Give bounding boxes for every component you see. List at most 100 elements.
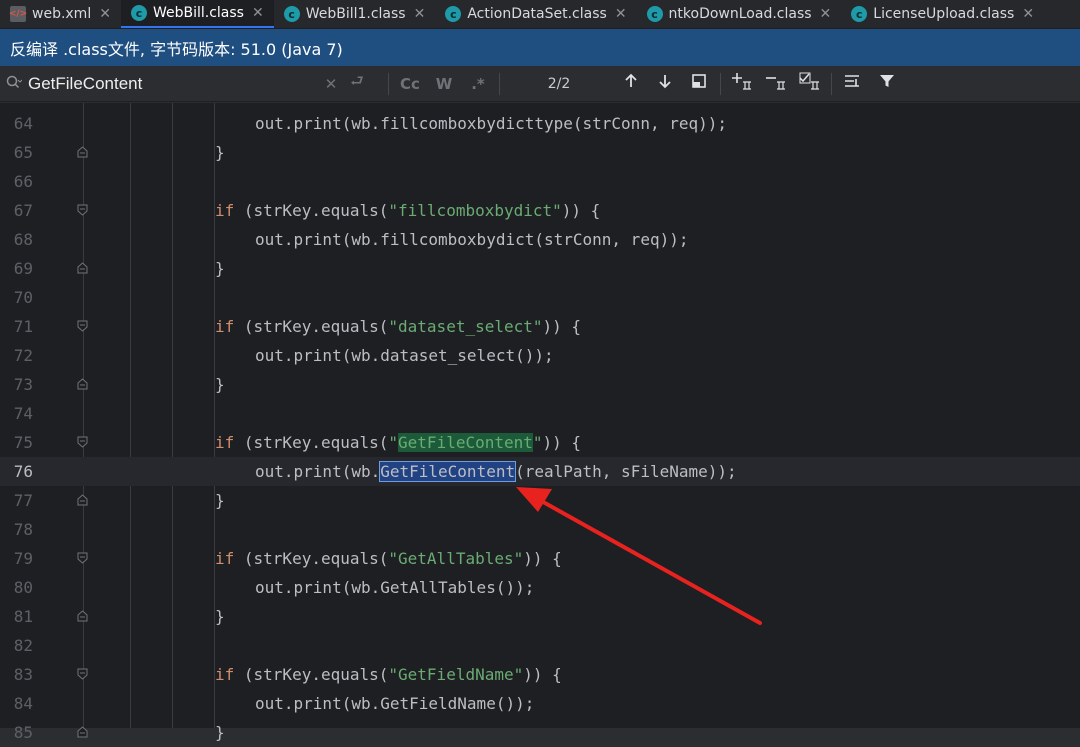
code-token: } [215,607,225,626]
code-text: out.print(wb.GetAllTables()); [255,573,534,602]
code-line[interactable]: 84 out.print(wb.GetFieldName()); [0,689,1080,718]
close-icon[interactable]: ✕ [1022,6,1034,22]
keyword-token: if [215,665,235,684]
tab-webbill-class[interactable]: c WebBill.class ✕ [120,0,274,28]
match-count: 2/2 [547,75,571,92]
whole-words-toggle[interactable]: W [427,75,461,93]
filter-icon[interactable] [870,73,904,94]
close-icon[interactable]: ✕ [252,5,264,21]
code-line[interactable]: 74 [0,399,1080,428]
fold-open-icon[interactable] [77,668,88,680]
close-icon[interactable]: ✕ [414,6,426,22]
code-line[interactable]: 72 out.print(wb.dataset_select()); [0,341,1080,370]
close-icon[interactable]: ✕ [615,6,627,22]
code-line[interactable]: 80 out.print(wb.GetAllTables()); [0,573,1080,602]
code-line[interactable]: 64 out.print(wb.fillcomboxbydicttype(strC… [0,109,1080,138]
code-token: out.print(wb. [255,462,381,481]
code-token: } [215,491,225,510]
code-token: )) { [561,201,601,220]
code-text: if (strKey.equals("GetFileContent")) { [215,428,581,457]
tab-label: LicenseUpload.class [873,6,1015,22]
string-token: "fillcomboxbydict" [388,201,562,220]
search-field[interactable]: ✕ ⮐ [0,66,384,102]
arrow-up-icon[interactable] [614,73,648,94]
code-token: (strKey.equals( [234,665,389,684]
tab-label: web.xml [32,6,92,22]
code-token: out.print(wb.GetFieldName()); [255,694,535,713]
code-line[interactable]: 66 [0,167,1080,196]
string-token: "GetFieldName" [388,665,524,684]
search-icon[interactable] [0,75,28,93]
tab-webbill1-class[interactable]: c WebBill1.class ✕ [274,0,436,28]
add-occurrence-icon[interactable] [725,72,759,95]
tab-label: WebBill1.class [305,6,406,22]
search-match-highlight: GetFileContent [398,433,533,452]
filter-options-icon[interactable] [836,73,870,94]
code-token: )) { [542,433,582,452]
keyword-token: if [215,201,235,220]
fold-open-icon[interactable] [77,436,88,448]
code-line[interactable]: 81} [0,602,1080,631]
tab-actiondataset-class[interactable]: c ActionDataSet.class ✕ [435,0,636,28]
code-line[interactable]: 85} [0,718,1080,747]
line-number: 73 [13,375,33,394]
code-line[interactable]: 76 out.print(wb.GetFileContent(realPath, … [0,457,1080,486]
code-text: } [215,138,225,167]
code-token: )) { [542,317,582,336]
code-line[interactable]: 70 [0,283,1080,312]
tab-ntkodownload-class[interactable]: c ntkoDownLoad.class ✕ [637,0,842,28]
line-number: 77 [13,491,33,510]
tab-web-xml[interactable]: </> web.xml ✕ [0,0,121,28]
close-icon[interactable]: ✕ [99,6,111,22]
tab-licenseupload-class[interactable]: c LicenseUpload.class ✕ [841,0,1044,28]
code-editor[interactable]: 64 out.print(wb.fillcomboxbydicttype(strC… [0,103,1080,742]
code-text: out.print(wb.dataset_select()); [255,341,554,370]
code-token: )) { [523,549,562,568]
code-line[interactable]: 83 if (strKey.equals("GetFieldName")) { [0,660,1080,689]
tab-label: ntkoDownLoad.class [668,6,812,22]
code-line[interactable]: 68 out.print(wb.fillcomboxbydict(strConn,… [0,225,1080,254]
string-token: "GetAllTables" [388,549,524,568]
fold-close-icon[interactable] [77,610,88,622]
fold-open-icon[interactable] [77,204,88,216]
string-token: " [532,433,543,452]
code-line[interactable]: 75 if (strKey.equals("GetFileContent")) { [0,428,1080,457]
code-line[interactable]: 73} [0,370,1080,399]
fold-open-icon[interactable] [77,320,88,332]
close-icon[interactable]: ✕ [820,6,832,22]
code-line[interactable]: 69} [0,254,1080,283]
code-text: if (strKey.equals("dataset_select")) { [215,312,581,341]
line-number: 66 [13,172,33,191]
fold-close-icon[interactable] [77,494,88,506]
code-line[interactable]: 65} [0,138,1080,167]
line-number: 67 [13,201,33,220]
code-token: } [215,375,225,394]
line-number: 76 [13,462,33,481]
code-line[interactable]: 82 [0,631,1080,660]
arrow-down-icon[interactable] [648,73,682,94]
code-text: out.print(wb.GetFileContent(realPath, sF… [255,457,737,486]
select-all-occurrences-icon[interactable] [793,72,827,95]
code-line[interactable]: 77} [0,486,1080,515]
code-line[interactable]: 67 if (strKey.equals("fillcomboxbydict"))… [0,196,1080,225]
match-case-toggle[interactable]: Cc [393,75,427,93]
search-input[interactable] [28,73,318,94]
line-number: 78 [13,520,33,539]
code-text: } [215,254,225,283]
code-line[interactable]: 71 if (strKey.equals("dataset_select")) { [0,312,1080,341]
replace-icon[interactable]: ⮐ [344,71,370,96]
code-line[interactable]: 79 if (strKey.equals("GetAllTables")) { [0,544,1080,573]
fold-close-icon[interactable] [77,262,88,274]
fold-close-icon[interactable] [77,146,88,158]
code-line[interactable]: 78 [0,515,1080,544]
fold-close-icon[interactable] [77,378,88,390]
regex-toggle[interactable]: .* [461,75,495,93]
class-file-icon: c [283,6,300,22]
line-number: 81 [13,607,33,626]
close-icon[interactable]: ✕ [318,75,344,93]
fold-open-icon[interactable] [77,552,88,564]
remove-occurrence-icon[interactable] [759,72,793,95]
code-token: out.print(wb.fillcomboxbydicttype(strCon… [255,114,728,133]
open-in-window-icon[interactable] [682,73,716,94]
code-token: (strKey.equals( [234,201,389,220]
